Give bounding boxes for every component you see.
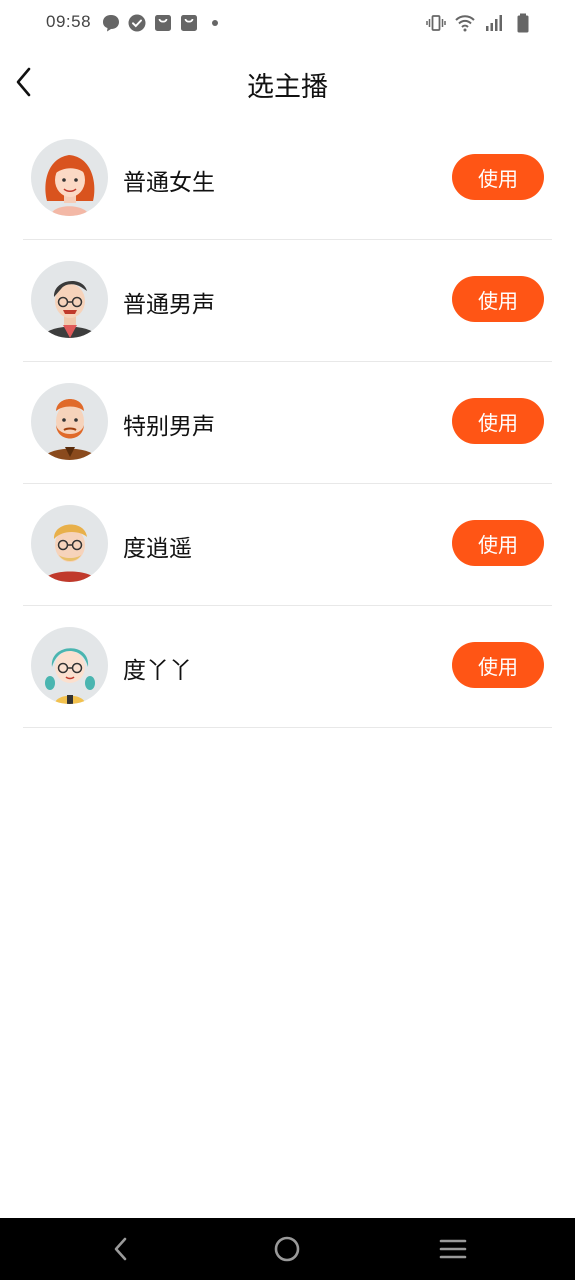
list-item: 特别男声 使用 — [23, 362, 552, 484]
use-button[interactable]: 使用 — [452, 154, 544, 200]
notification-icons — [101, 12, 225, 34]
status-bar: 09:58 — [0, 0, 575, 48]
list-item: 度逍遥 使用 — [23, 484, 552, 606]
avatar — [31, 139, 108, 216]
voice-name: 普通女生 — [123, 170, 215, 196]
avatar — [31, 383, 108, 460]
list-item: 度丫丫 使用 — [23, 606, 552, 728]
list-item: 普通女生 使用 — [23, 118, 552, 240]
avatar — [31, 627, 108, 704]
status-time: 09:58 — [46, 12, 92, 31]
dot-icon — [212, 20, 218, 26]
shopping-bag-icon — [155, 15, 171, 31]
use-button[interactable]: 使用 — [452, 398, 544, 444]
voice-name: 普通男声 — [123, 292, 215, 318]
menu-lines-icon — [439, 1239, 467, 1259]
voice-name: 度逍遥 — [123, 536, 192, 562]
signal-icon — [486, 15, 502, 31]
male-glasses-avatar-icon — [43, 280, 97, 338]
vibrate-icon — [426, 15, 446, 31]
voice-picker-screen: 09:58 选主播 普通女生 使用 普通男声 使用 特别男声 使用 度逍遥 使用… — [0, 0, 575, 1280]
system-nav-bar — [0, 1218, 575, 1280]
voice-list: 普通女生 使用 普通男声 使用 特别男声 使用 度逍遥 使用 度丫丫 使用 — [23, 118, 552, 728]
page-title: 选主播 — [247, 72, 328, 103]
nav-home-button[interactable] — [271, 1233, 303, 1265]
use-button[interactable]: 使用 — [452, 276, 544, 322]
home-circle-icon — [274, 1236, 300, 1262]
use-button[interactable]: 使用 — [452, 520, 544, 566]
shopping-bag-icon — [181, 15, 197, 31]
male-beard-avatar-icon — [43, 399, 97, 460]
nav-back-button[interactable] — [105, 1233, 137, 1265]
system-icons — [426, 12, 533, 34]
list-item: 普通男声 使用 — [23, 240, 552, 362]
wifi-icon — [455, 15, 475, 32]
nav-menu-button[interactable] — [437, 1233, 469, 1265]
battery-icon — [517, 13, 529, 33]
girl-teal-hair-avatar-icon — [45, 648, 95, 704]
avatar — [31, 261, 108, 338]
male-blond-glasses-avatar-icon — [43, 524, 97, 582]
voice-name: 特别男声 — [123, 414, 215, 440]
header: 选主播 — [0, 52, 575, 112]
chat-bubble-icon — [103, 15, 119, 32]
female-redhead-avatar-icon — [45, 155, 95, 216]
avatar — [31, 505, 108, 582]
use-button[interactable]: 使用 — [452, 642, 544, 688]
back-triangle-icon — [114, 1237, 127, 1261]
check-badge-icon — [128, 14, 146, 32]
voice-name: 度丫丫 — [123, 658, 192, 684]
